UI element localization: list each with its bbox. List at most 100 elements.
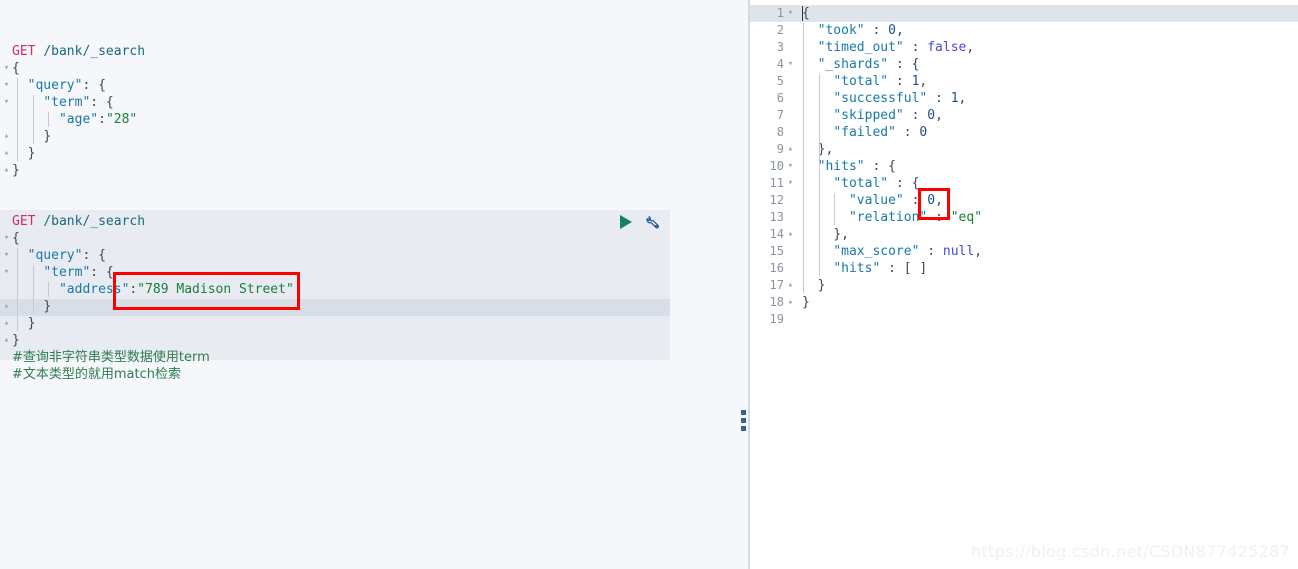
fold-down-icon[interactable]: ▾ [2, 64, 11, 73]
response-fold-up-icon[interactable]: ▴ [786, 277, 795, 294]
token-punc: : [864, 23, 889, 38]
response-current-line [750, 5, 1298, 22]
token-punc: , [895, 23, 904, 38]
fold-down-icon[interactable]: ▾ [2, 81, 11, 90]
code-line[interactable]: "term": { [12, 264, 114, 281]
token-punc: } [817, 278, 826, 293]
token-num: 0 [927, 108, 936, 123]
response-code-line[interactable]: "relation" : "eq" [802, 209, 982, 226]
code-line[interactable]: } [12, 315, 36, 332]
fold-up-icon[interactable]: ▴ [2, 302, 11, 311]
response-fold-up-icon[interactable]: ▴ [786, 141, 795, 158]
token-punc [12, 282, 59, 297]
response-code-line[interactable]: { [802, 5, 810, 22]
token-key: "query" [27, 248, 83, 263]
request-editor-pane[interactable]: GET /bank/_search ▾{▾ "query": {▾ "term":… [0, 0, 700, 569]
response-indent-guide [818, 74, 820, 276]
request-method-line[interactable]: GET /bank/_search [12, 43, 145, 60]
token-punc [802, 23, 818, 38]
token-punc: : [888, 74, 912, 89]
code-line[interactable]: { [12, 60, 20, 77]
current-line-highlight [0, 299, 670, 316]
fold-up-icon[interactable]: ▴ [2, 336, 11, 345]
response-code-line[interactable]: "timed_out" : false, [802, 39, 975, 56]
response-code-line[interactable]: "hits" : [ ] [802, 260, 927, 277]
fold-down-icon[interactable]: ▾ [2, 251, 11, 260]
code-line[interactable]: } [12, 332, 20, 349]
code-comment-line[interactable]: #查询非字符串类型数据使用term [12, 349, 210, 366]
response-code-line[interactable]: } [802, 277, 826, 294]
request-code-layer[interactable]: GET /bank/_search ▾{▾ "query": {▾ "term":… [0, 0, 700, 569]
response-code-line[interactable]: "successful" : 1, [802, 90, 966, 107]
token-punc: }, [833, 227, 849, 242]
code-line[interactable]: "query": { [12, 77, 106, 94]
token-key: "skipped" [833, 108, 904, 123]
token-punc: : [ ] [880, 261, 928, 276]
response-line-number: 2 [776, 23, 784, 37]
response-fold-down-icon[interactable]: ▾ [786, 56, 795, 73]
play-icon[interactable] [620, 215, 632, 229]
response-code-line[interactable]: } [802, 294, 810, 311]
response-code-line[interactable]: "failed" : 0 [802, 124, 927, 141]
response-fold-down-icon[interactable]: ▾ [786, 5, 795, 22]
response-code-line[interactable]: "_shards" : { [802, 56, 920, 73]
code-line[interactable]: } [12, 162, 20, 179]
response-code-line[interactable]: "hits" : { [802, 158, 896, 175]
fold-up-icon[interactable]: ▴ [2, 166, 11, 175]
request-method-line[interactable]: GET /bank/_search [12, 213, 145, 230]
code-line[interactable]: "age":"28" [12, 111, 137, 128]
indent-guide [48, 282, 50, 297]
token-str: "789 Madison Street" [137, 282, 294, 297]
request-actions[interactable] [620, 212, 661, 232]
indent-guide [32, 265, 34, 314]
response-line-number: 1 [776, 6, 784, 20]
fold-down-icon[interactable]: ▾ [2, 98, 11, 107]
token-punc [802, 278, 818, 293]
token-method: GET [12, 44, 36, 59]
token-punc: : { [90, 265, 114, 280]
fold-down-icon[interactable]: ▾ [2, 234, 11, 243]
fold-up-icon[interactable]: ▴ [2, 132, 11, 141]
token-punc: , [935, 108, 943, 123]
response-fold-down-icon[interactable]: ▾ [786, 175, 795, 192]
code-line[interactable]: "address":"789 Madison Street" [12, 281, 294, 298]
response-code-line[interactable]: }, [802, 226, 849, 243]
code-line[interactable]: } [12, 145, 36, 162]
response-fold-down-icon[interactable]: ▾ [786, 158, 795, 175]
response-code-line[interactable]: "value" : 0, [802, 192, 943, 209]
token-key: "max_score" [833, 244, 920, 259]
code-line[interactable]: "term": { [12, 94, 113, 111]
response-fold-up-icon[interactable]: ▴ [786, 294, 795, 311]
token-key: "value" [848, 193, 904, 208]
response-code-line[interactable]: "took" : 0, [802, 22, 904, 39]
response-line-number: 10 [769, 159, 784, 173]
token-punc: , [966, 40, 975, 55]
response-code-line[interactable]: "max_score" : null, [802, 243, 982, 260]
token-key: "took" [817, 23, 865, 38]
code-comment-line[interactable]: #文本类型的就用match检索 [12, 366, 181, 383]
token-punc [12, 248, 28, 263]
fold-up-icon[interactable]: ▴ [2, 319, 11, 328]
wrench-icon[interactable] [644, 214, 661, 231]
token-url: /bank/_search [43, 214, 146, 229]
token-null: null [942, 244, 975, 259]
token-key: "term" [43, 265, 91, 280]
token-punc: { [12, 231, 20, 246]
response-code-layer[interactable]: 1 ▾{2 "took" : 0, 3 "timed_out" : false, 4 ▾… [750, 0, 1298, 569]
token-punc: , [974, 244, 983, 259]
token-key: "total" [833, 74, 889, 89]
fold-down-icon[interactable]: ▾ [2, 268, 11, 277]
fold-up-icon[interactable]: ▴ [2, 149, 11, 158]
pane-splitter[interactable] [700, 0, 750, 569]
token-punc: : [903, 40, 928, 55]
code-line[interactable]: "query": { [12, 247, 106, 264]
response-code-line[interactable]: "skipped" : 0, [802, 107, 943, 124]
response-line-number: 16 [769, 261, 784, 275]
token-key: "relation" [848, 210, 928, 225]
code-line[interactable]: { [12, 230, 20, 247]
token-punc: : [927, 210, 951, 225]
response-viewer-pane[interactable]: 1 ▾{2 "took" : 0, 3 "timed_out" : false, 4 ▾… [750, 0, 1298, 569]
splitter-drag-handle[interactable] [741, 410, 746, 431]
response-fold-up-icon[interactable]: ▴ [786, 226, 795, 243]
response-code-line[interactable]: "total" : 1, [802, 73, 927, 90]
